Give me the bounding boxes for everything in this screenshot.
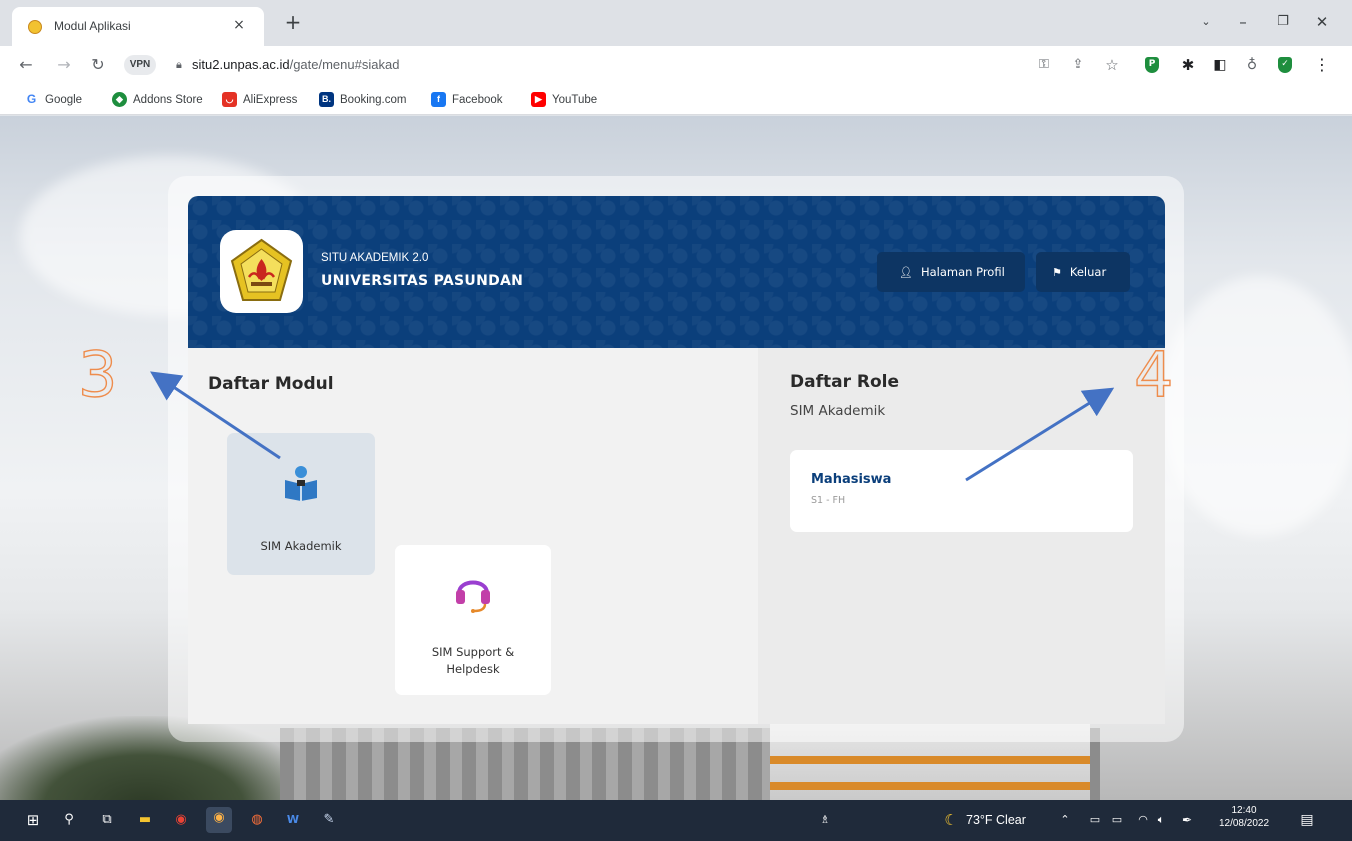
windows-start-icon[interactable]: ⊞ bbox=[22, 809, 44, 831]
volume-icon[interactable]: 🔈︎ bbox=[1150, 809, 1172, 831]
minimize-window-button[interactable]: – bbox=[1229, 10, 1257, 34]
search-icon[interactable]: ⚲ bbox=[58, 809, 80, 831]
close-window-button[interactable]: ✕ bbox=[1308, 10, 1336, 34]
unpas-favicon-icon bbox=[28, 20, 42, 34]
windows-taskbar: ⊞ ⚲ ⧉ ▬ ◉ ◉ ◍ W ✎ ♗ ☾ 73°F Clear ⌃ ▭ ▭ ◠… bbox=[0, 800, 1352, 841]
tray-chevron-up-icon[interactable]: ⌃ bbox=[1054, 809, 1076, 831]
youtube-icon: ▶ bbox=[531, 91, 546, 107]
browser-menu-icon[interactable]: ⋮ bbox=[1312, 55, 1332, 75]
tab-title: Modul Aplikasi bbox=[54, 19, 131, 33]
profile-icon[interactable]: ♁ bbox=[1242, 55, 1262, 75]
url-host: situ2.unpas.ac.id bbox=[192, 57, 290, 72]
annotation-arrows bbox=[150, 371, 1115, 482]
firefox-icon[interactable]: ◍ bbox=[246, 809, 268, 831]
extension-shield-icon[interactable]: P bbox=[1145, 57, 1159, 73]
annotation-arrow-left bbox=[150, 371, 281, 460]
lock-icon[interactable]: 🔒︎ bbox=[176, 57, 190, 73]
share-icon[interactable]: ⇪ bbox=[1068, 55, 1088, 75]
addons-store-icon: ◆ bbox=[112, 91, 127, 107]
bookmark-booking[interactable]: B. Booking.com bbox=[319, 90, 406, 110]
browser-tab-modul-aplikasi[interactable]: Modul Aplikasi × bbox=[12, 7, 264, 46]
clock[interactable]: 12:40 12/08/2022 bbox=[1216, 804, 1272, 830]
url-path: /gate/menu#siakad bbox=[289, 57, 400, 72]
reload-icon[interactable]: ↻ bbox=[86, 53, 110, 77]
annotation-arrow-right bbox=[965, 387, 1115, 482]
weather-text[interactable]: 73°F Clear bbox=[966, 813, 1026, 827]
restore-window-button[interactable]: ❐ bbox=[1269, 10, 1297, 34]
bookmark-google[interactable]: G Google bbox=[24, 90, 82, 110]
bookmark-youtube[interactable]: ▶ YouTube bbox=[531, 90, 597, 110]
new-tab-button[interactable]: + bbox=[282, 12, 304, 34]
notification-center-icon[interactable]: ▤ bbox=[1296, 809, 1318, 831]
paint-icon[interactable]: ✎ bbox=[318, 809, 340, 831]
clock-date: 12/08/2022 bbox=[1218, 818, 1270, 829]
google-icon: G bbox=[24, 91, 39, 107]
vpn-badge[interactable]: VPN bbox=[124, 55, 156, 75]
side-panel-icon[interactable]: ◧ bbox=[1210, 55, 1230, 75]
tab-close-icon[interactable]: × bbox=[230, 16, 248, 34]
address-bar[interactable]: situ2.unpas.ac.id/gate/menu#siakad bbox=[192, 57, 399, 72]
booking-icon: B. bbox=[319, 91, 334, 107]
tab-search-chevron-icon[interactable]: ⌄ bbox=[1192, 10, 1220, 34]
password-key-icon[interactable]: ⚿ bbox=[1034, 55, 1054, 75]
back-arrow-icon[interactable]: ← bbox=[14, 53, 38, 77]
browser-tab-bar: Modul Aplikasi × + ⌄ – ❐ ✕ bbox=[0, 0, 1352, 46]
aliexpress-icon: ◡ bbox=[222, 91, 237, 107]
chrome-icon[interactable]: ◉ bbox=[170, 809, 192, 831]
file-explorer-icon[interactable]: ▬ bbox=[134, 809, 156, 831]
bookmark-addons-store[interactable]: ◆ Addons Store bbox=[112, 90, 203, 110]
forward-arrow-icon[interactable]: → bbox=[52, 53, 76, 77]
clock-time: 12:40 bbox=[1231, 805, 1257, 816]
tray-battery-icon[interactable]: ▭ bbox=[1106, 809, 1128, 831]
bookmark-aliexpress[interactable]: ◡ AliExpress bbox=[222, 90, 297, 110]
adblock-shield-icon[interactable]: ✓ bbox=[1278, 57, 1292, 73]
vpn-browser-icon[interactable]: ◉ bbox=[206, 807, 232, 833]
page-viewport: SITU AKADEMIK 2.0 UNIVERSITAS PASUNDAN 👤… bbox=[0, 116, 1352, 800]
weather-moon-icon[interactable]: ☾ bbox=[940, 809, 962, 831]
extensions-puzzle-icon[interactable]: ✱ bbox=[1178, 55, 1198, 75]
bookmark-star-icon[interactable]: ☆ bbox=[1102, 55, 1122, 75]
people-icon[interactable]: ♗ bbox=[814, 809, 836, 831]
task-view-icon[interactable]: ⧉ bbox=[96, 809, 118, 831]
word-icon[interactable]: W bbox=[282, 809, 304, 831]
bookmark-facebook[interactable]: f Facebook bbox=[431, 90, 503, 110]
browser-toolbar: ← → ↻ VPN 🔒︎ situ2.unpas.ac.id/gate/menu… bbox=[0, 46, 1352, 84]
pen-icon[interactable]: ✒ bbox=[1176, 809, 1198, 831]
facebook-icon: f bbox=[431, 91, 446, 107]
tray-device-icon[interactable]: ▭ bbox=[1084, 809, 1106, 831]
bookmarks-bar: G Google ◆ Addons Store ◡ AliExpress B. Book… bbox=[0, 84, 1352, 115]
